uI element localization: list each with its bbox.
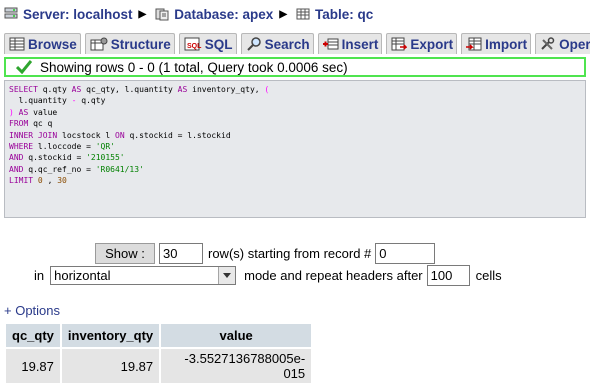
chevron-down-icon[interactable]: [218, 266, 236, 284]
in-label: in: [34, 267, 45, 283]
sql-line: SELECT q.qty AS qc_qty, l.quantity AS in…: [9, 85, 270, 94]
sql-line: WHERE l.loccode = 'QR': [9, 142, 115, 152]
sql-line: LIMIT 0 , 30: [9, 176, 67, 186]
tab-browse-label: Browse: [28, 36, 77, 52]
column-header-inventory-qty[interactable]: inventory_qty: [61, 324, 160, 347]
export-icon: [391, 37, 408, 51]
sql-line: AND q.stockid = '210155': [9, 153, 125, 163]
check-icon: [16, 60, 32, 74]
sql-line: l.quantity - q.qty: [18, 96, 106, 106]
tab-import-label: Import: [485, 36, 528, 52]
repeat-headers-input[interactable]: 100: [426, 264, 470, 286]
table-icon: [296, 7, 310, 21]
tab-browse[interactable]: Browse: [4, 33, 81, 54]
tab-structure-label: Structure: [110, 36, 171, 52]
sql-icon: SQL: [184, 37, 202, 51]
result-message-text: Showing rows 0 - 0 (1 total, Query took …: [40, 59, 348, 75]
breadcrumb-arrow-icon: ▶: [138, 8, 147, 20]
import-icon: [466, 37, 482, 51]
tab-export-label: Export: [410, 36, 454, 52]
options-link[interactable]: + Options: [4, 303, 60, 318]
sql-line: INNER JOIN locstock l ON q.stockid = l.s…: [9, 130, 231, 140]
breadcrumb: Server: localhost ▶ Database: apex ▶ Tab…: [4, 4, 373, 24]
table-header-row: qc_qty inventory_qty value: [6, 324, 312, 347]
cells-label: cells: [475, 267, 502, 283]
column-header-qc-qty[interactable]: qc_qty: [6, 324, 60, 347]
breadcrumb-server[interactable]: Server: localhost: [4, 7, 133, 22]
breadcrumb-table[interactable]: Table: qc: [296, 7, 373, 22]
search-icon: [246, 37, 262, 51]
tab-import[interactable]: Import: [461, 33, 532, 54]
tab-export[interactable]: Export: [386, 33, 458, 54]
mode-label: mode and repeat headers after: [244, 267, 423, 283]
breadcrumb-server-label: Server: localhost: [23, 6, 133, 22]
result-table: qc_qty inventory_qty value 19.87 19.87 -…: [4, 322, 313, 385]
tab-bar: Browse Structure SQL SQL Search Insert E…: [4, 32, 590, 54]
browse-icon: [9, 37, 25, 51]
sql-line: AND q.qc_ref_no = 'R0641/13': [9, 164, 144, 174]
tab-sql[interactable]: SQL SQL: [178, 33, 237, 54]
rows-label: row(s) starting from record #: [208, 245, 372, 261]
tab-insert-label: Insert: [341, 36, 379, 52]
breadcrumb-database[interactable]: Database: apex: [155, 7, 273, 22]
mode-select[interactable]: horizontal: [50, 265, 237, 285]
tab-search[interactable]: Search: [240, 33, 314, 54]
rows-count-input[interactable]: 30: [159, 242, 203, 264]
tab-structure[interactable]: Structure: [84, 33, 175, 54]
start-record-input[interactable]: 0: [375, 242, 436, 264]
tab-operations[interactable]: Oper: [535, 33, 590, 54]
database-icon: [155, 7, 169, 21]
tab-sql-label: SQL: [204, 36, 233, 52]
server-icon: [4, 7, 18, 21]
breadcrumb-table-label: Table: qc: [315, 6, 374, 22]
mode-select-value: horizontal: [54, 267, 111, 283]
sql-query-box: SELECT q.qty AS qc_qty, l.quantity AS in…: [4, 80, 586, 218]
sql-line: ) AS value: [9, 107, 58, 117]
tab-search-label: Search: [264, 36, 310, 52]
svg-text:SQL: SQL: [187, 43, 202, 50]
query-result-message: Showing rows 0 - 0 (1 total, Query took …: [4, 57, 586, 77]
show-button[interactable]: Show :: [95, 242, 155, 264]
breadcrumb-arrow-icon: ▶: [279, 8, 288, 20]
column-header-value[interactable]: value: [161, 324, 312, 347]
breadcrumb-database-label: Database: apex: [174, 6, 274, 22]
operations-icon: [540, 37, 556, 51]
show-rows-form: Show : 30 row(s) starting from record # …: [95, 242, 436, 264]
display-mode-form: in horizontal mode and repeat headers af…: [34, 264, 502, 286]
structure-icon: [90, 37, 108, 51]
sql-line: FROM qc q: [9, 119, 53, 129]
insert-icon: [322, 37, 339, 51]
tab-insert[interactable]: Insert: [317, 33, 383, 54]
tab-operations-label: Oper: [559, 36, 590, 52]
